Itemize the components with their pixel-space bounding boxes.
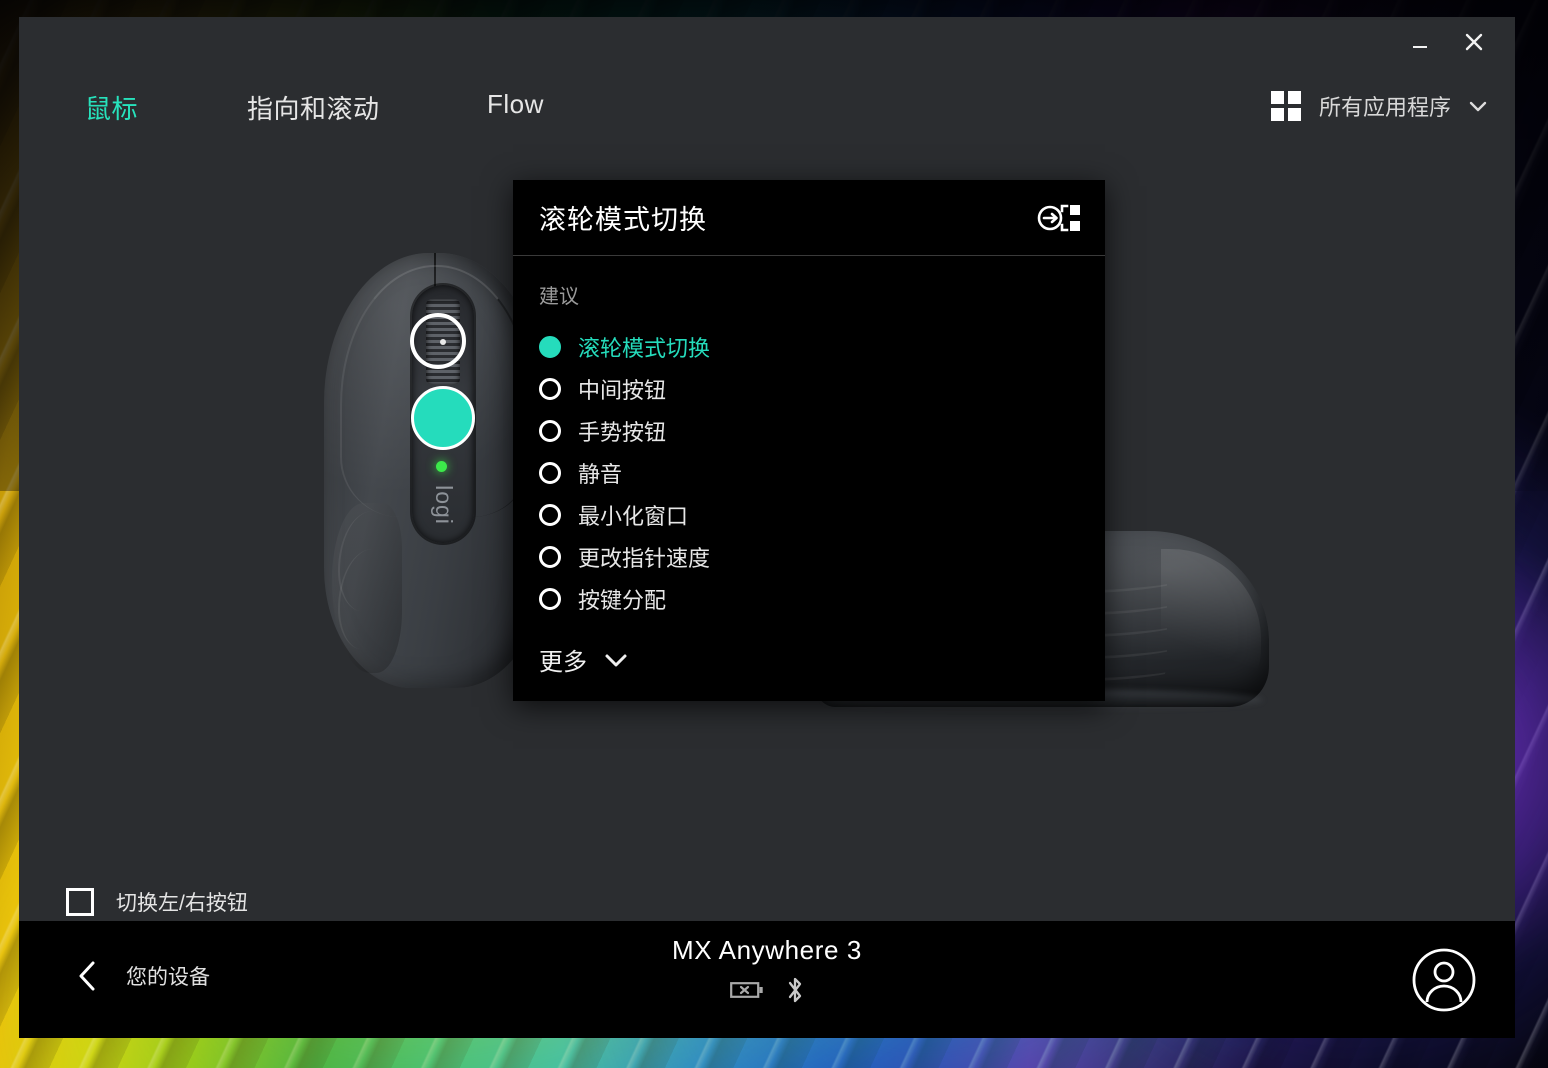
- action-option-label: 中间按钮: [578, 378, 667, 403]
- application-scope-selector[interactable]: 所有应用程序: [1269, 89, 1489, 123]
- mouse-side-grip: [332, 503, 402, 673]
- minimize-button[interactable]: [1403, 25, 1437, 59]
- action-picker-title: 滚轮模式切换: [539, 205, 707, 235]
- mouse-tail-highlight: [1161, 549, 1261, 689]
- radio-icon: [539, 588, 561, 610]
- account-avatar-icon: [1412, 948, 1476, 1012]
- radio-icon: [539, 336, 561, 358]
- chevron-down-icon: [605, 654, 627, 666]
- chevron-down-icon: [1469, 101, 1487, 112]
- title-bar: [19, 17, 1515, 73]
- action-option-label: 手势按钮: [578, 420, 667, 445]
- action-option-label: 滚轮模式切换: [578, 336, 711, 361]
- tab-flow[interactable]: Flow: [487, 89, 544, 120]
- bluetooth-icon: [788, 977, 801, 1003]
- status-led-indicator: [436, 461, 447, 472]
- device-status-icons: [19, 975, 1515, 1005]
- wheel-mode-shift-button[interactable]: [411, 386, 475, 450]
- more-label: 更多: [539, 649, 587, 676]
- action-option-wheel-mode-shift[interactable]: 滚轮模式切换: [539, 326, 1079, 368]
- action-option-middle-button[interactable]: 中间按钮: [539, 368, 1079, 410]
- action-option-keystroke-assignment[interactable]: 按键分配: [539, 578, 1079, 620]
- action-picker-header: 滚轮模式切换: [513, 180, 1105, 256]
- logitech-options-window: 鼠标 指向和滚动 Flow 所有应用程序 logi 滚轮模式切换 建议 滚轮模式…: [19, 17, 1515, 1038]
- action-option-label: 更改指针速度: [578, 546, 711, 571]
- radio-icon: [539, 420, 561, 442]
- swap-buttons-label: 切换左/右按钮: [116, 892, 248, 915]
- mouse-top-view: logi: [324, 253, 544, 688]
- action-option-label: 静音: [578, 462, 623, 487]
- radio-icon: [539, 378, 561, 400]
- application-scope-label: 所有应用程序: [1318, 95, 1451, 120]
- assign-to-app-icon[interactable]: [1037, 201, 1083, 235]
- swap-left-right-buttons-row[interactable]: 切换左/右按钮: [66, 887, 248, 917]
- device-name: MX Anywhere 3: [672, 935, 862, 965]
- close-icon: [1465, 33, 1483, 51]
- device-preview-stage: logi 滚轮模式切换 建议 滚轮模式切换 中间按钮 手势按钮 静音 最小化窗口…: [19, 138, 1515, 921]
- action-option-label: 最小化窗口: [578, 504, 689, 529]
- action-picker-body: 建议 滚轮模式切换 中间按钮 手势按钮 静音 最小化窗口 更改指针速度 按键分配: [513, 256, 1105, 620]
- radio-icon: [539, 504, 561, 526]
- scroll-wheel-highlight-ring: [410, 313, 466, 369]
- action-option-change-pointer-speed[interactable]: 更改指针速度: [539, 536, 1079, 578]
- action-option-mute[interactable]: 静音: [539, 452, 1079, 494]
- action-picker-more-toggle[interactable]: 更多: [539, 642, 629, 677]
- swap-buttons-checkbox[interactable]: [66, 888, 94, 916]
- grid-icon: [1270, 91, 1301, 121]
- action-option-label: 按键分配: [578, 588, 667, 613]
- radio-icon: [539, 462, 561, 484]
- account-avatar[interactable]: [1411, 947, 1477, 1018]
- close-button[interactable]: [1457, 25, 1491, 59]
- action-picker-popup: 滚轮模式切换 建议 滚轮模式切换 中间按钮 手势按钮 静音 最小化窗口 更改指针…: [513, 180, 1105, 701]
- suggestions-group-label: 建议: [539, 286, 579, 308]
- bottom-status-bar: 您的设备 MX Anywhere 3: [19, 921, 1515, 1038]
- radio-icon: [539, 546, 561, 568]
- scroll-wheel-center-dot: [440, 339, 446, 345]
- action-option-gesture-button[interactable]: 手势按钮: [539, 410, 1079, 452]
- device-info-block: MX Anywhere 3: [19, 935, 1515, 1005]
- minimize-icon: [1413, 46, 1427, 48]
- action-option-minimize-window[interactable]: 最小化窗口: [539, 494, 1079, 536]
- tab-mouse[interactable]: 鼠标: [85, 89, 138, 126]
- tab-point-and-scroll[interactable]: 指向和滚动: [247, 89, 380, 126]
- battery-unknown-icon: [729, 982, 763, 998]
- logi-logo: logi: [431, 485, 458, 525]
